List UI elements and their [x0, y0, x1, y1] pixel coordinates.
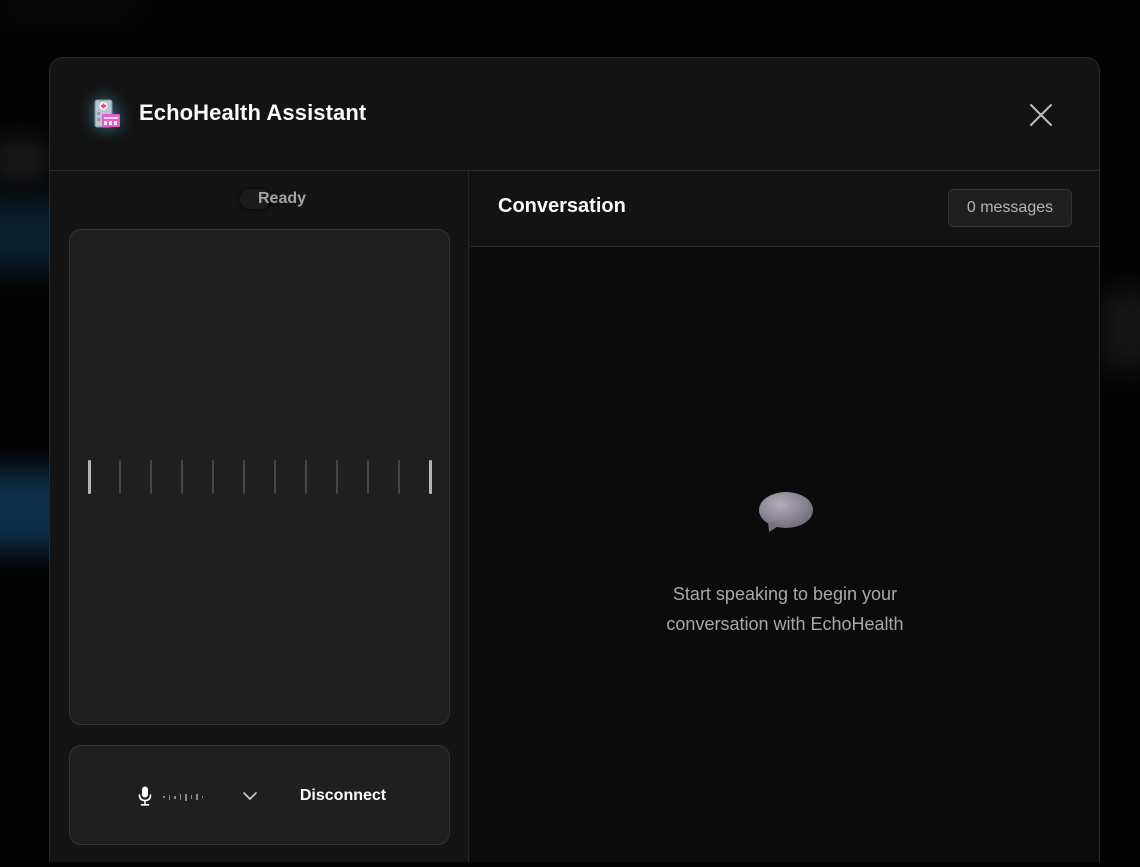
message-count-badge: 0 messages [948, 189, 1072, 227]
mic-level-meter [163, 793, 203, 801]
visualizer-bar [119, 460, 121, 494]
visualizer-bar [150, 460, 152, 494]
status-indicator: Ready [240, 188, 306, 210]
call-controls: Disconnect [69, 745, 450, 845]
app-title: EchoHealth Assistant [139, 100, 367, 125]
visualizer-bar [305, 460, 307, 494]
chevron-down-icon[interactable] [242, 788, 258, 804]
voice-panel: Ready Disconnect [50, 171, 469, 862]
visualizer-bar [243, 460, 245, 494]
audio-visualizer [69, 229, 450, 725]
close-icon[interactable] [1028, 102, 1054, 128]
visualizer-bar [398, 460, 400, 494]
speech-bubble-icon [759, 492, 813, 532]
visualizer-bar [336, 460, 338, 494]
empty-state-text: Start speaking to begin your conversatio… [666, 584, 904, 634]
assistant-modal: EchoHealth Assistant Ready Disconnect Co… [49, 57, 1100, 862]
visualizer-bar [181, 460, 183, 494]
backdrop-blur [0, 0, 140, 14]
visualizer-bar [212, 460, 214, 494]
conversation-title: Conversation [498, 195, 626, 217]
hospital-icon [94, 99, 120, 128]
backdrop-blur [1100, 290, 1140, 370]
conversation-panel: Conversation 0 messages Start speaking t… [470, 171, 1099, 862]
backdrop-blur [0, 140, 50, 180]
disconnect-button[interactable]: Disconnect [288, 782, 398, 810]
visualizer-bar [429, 460, 432, 494]
conversation-header: Conversation 0 messages [470, 171, 1099, 247]
status-label: Ready [258, 190, 307, 207]
visualizer-bar [367, 460, 369, 494]
modal-header: EchoHealth Assistant [50, 58, 1099, 171]
visualizer-bar [88, 460, 91, 494]
visualizer-bar [274, 460, 276, 494]
microphone-icon[interactable] [138, 786, 152, 806]
